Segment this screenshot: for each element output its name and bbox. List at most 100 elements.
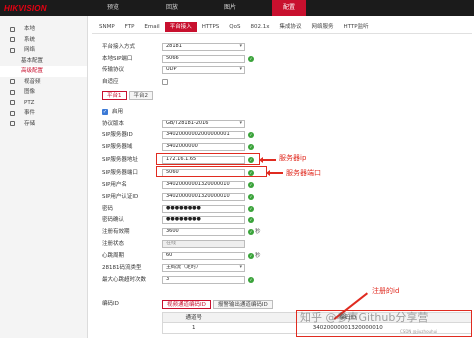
- access-mode-label: 平台接入方式: [102, 44, 136, 50]
- video-icon: [10, 79, 15, 84]
- check-icon: ✓: [248, 182, 254, 188]
- heartbeat-label: 心跳周期: [102, 253, 125, 259]
- sidebar-item-label: 系统: [24, 36, 36, 43]
- tab-platform-2[interactable]: 平台2: [128, 91, 153, 100]
- system-icon: [10, 37, 15, 42]
- protocol-version-label: 协议版本: [102, 121, 125, 127]
- tab-video-channel-id[interactable]: 视频通道编码ID: [162, 300, 211, 309]
- tab-snmp[interactable]: SNMP: [94, 22, 120, 32]
- event-icon: [10, 110, 15, 116]
- tab-8021x[interactable]: 802.1x: [245, 22, 274, 32]
- sidebar-item-label: 基本配置: [21, 57, 44, 64]
- encode-id-label: 编码ID: [102, 301, 119, 307]
- sidebar-item-video-audio[interactable]: 视音频: [0, 77, 87, 88]
- sidebar-item-ptz[interactable]: PTZ: [0, 98, 87, 109]
- check-icon: ✓: [248, 144, 254, 150]
- tab-https[interactable]: HTTPS: [197, 22, 225, 32]
- column-header-channel: 通道号: [185, 315, 203, 321]
- password-input[interactable]: ●●●●●●●●: [162, 205, 245, 213]
- ptz-icon: [10, 100, 15, 105]
- transport-select[interactable]: UDP: [162, 66, 245, 74]
- storage-icon: [10, 121, 15, 126]
- sidebar-item-event[interactable]: 事件: [0, 108, 87, 119]
- local-sip-port-input[interactable]: 5066: [162, 55, 245, 63]
- sip-server-addr-label: SIP服务器地址: [102, 157, 138, 163]
- sidebar-item-label: 事件: [24, 110, 36, 116]
- sip-auth-id-label: SIP用户认证ID: [102, 194, 139, 200]
- sip-server-domain-input[interactable]: 3402000000: [162, 143, 245, 151]
- tab-platform-access[interactable]: 平台接入: [164, 22, 197, 32]
- arrow-icon: [266, 170, 283, 175]
- network-icon: [10, 47, 15, 53]
- tab-network-service[interactable]: 网络服务: [307, 22, 339, 32]
- sidebar-item-label: 图像: [24, 89, 36, 95]
- tab-http-listen[interactable]: HTTP监听: [339, 22, 374, 32]
- check-icon: ✓: [248, 277, 254, 283]
- tab-ftp[interactable]: FTP: [120, 22, 140, 32]
- sidebar-item-basic-config[interactable]: 基本配置: [0, 56, 87, 67]
- watermark: 知乎 @参声Github分享营: [300, 311, 429, 324]
- nav-configuration[interactable]: 配置: [272, 0, 306, 16]
- transport-label: 传输协议: [102, 67, 125, 73]
- sidebar-item-label: 网络: [24, 47, 36, 53]
- password-confirm-label: 密码确认: [102, 217, 125, 223]
- register-validity-label: 注册有效期: [102, 229, 130, 235]
- config-subtabs: SNMP FTP Email 平台接入 HTTPS QoS 802.1x 集成协…: [94, 22, 374, 32]
- server-port-highlight: [156, 166, 267, 177]
- tab-qos[interactable]: QoS: [224, 22, 245, 32]
- password-confirm-input[interactable]: ●●●●●●●●: [162, 216, 245, 224]
- max-heartbeat-input[interactable]: 3: [162, 276, 245, 284]
- stream-type-label: 28181码流类型: [102, 265, 142, 271]
- server-ip-highlight: [156, 153, 260, 165]
- registered-id-annotation: 注册的id: [372, 287, 400, 295]
- image-icon: [10, 89, 15, 95]
- sidebar-item-local[interactable]: 本地: [0, 24, 87, 35]
- subtab-divider: [92, 33, 472, 34]
- tab-platform-1[interactable]: 平台1: [102, 91, 127, 100]
- nav-playback[interactable]: 回放: [156, 0, 188, 16]
- sip-server-id-label: SIP服务器ID: [102, 132, 133, 138]
- enable-checkbox[interactable]: ✓: [102, 109, 108, 115]
- register-status-label: 注册状态: [102, 241, 125, 247]
- top-bar: HIKVISION 预览 回放 图片 配置: [0, 0, 474, 16]
- check-icon: ✓: [248, 217, 254, 223]
- nav-picture[interactable]: 图片: [214, 0, 246, 16]
- heartbeat-unit: 秒: [255, 253, 261, 259]
- enable-label: 启用: [112, 109, 124, 115]
- tab-email[interactable]: Email: [139, 22, 164, 32]
- auto-adapt-checkbox[interactable]: [162, 79, 168, 85]
- sidebar-item-label: 存储: [24, 120, 36, 127]
- brand-logo: HIKVISION: [4, 4, 47, 13]
- sidebar-item-advanced-config[interactable]: 高级配置: [0, 66, 87, 77]
- sip-auth-id-input[interactable]: 34020000001320000010: [162, 193, 245, 201]
- sidebar-item-storage[interactable]: 存储: [0, 119, 87, 130]
- check-icon: ✓: [248, 194, 254, 200]
- tab-alarm-output-channel-id[interactable]: 报警输出通道编码ID: [212, 300, 273, 309]
- sip-server-domain-label: SIP服务器域: [102, 144, 133, 150]
- server-ip-annotation: 服务器ip: [279, 154, 307, 162]
- stream-type-select[interactable]: 主码流（定时）: [162, 264, 245, 272]
- check-icon: ✓: [248, 56, 254, 62]
- channel-tabs: 视频通道编码ID 报警输出通道编码ID: [162, 300, 275, 309]
- local-sip-port-label: 本地SIP端口: [102, 56, 133, 62]
- register-validity-input[interactable]: 3600: [162, 228, 245, 236]
- heartbeat-input[interactable]: 60: [162, 252, 245, 260]
- sip-server-port-label: SIP服务器端口: [102, 170, 138, 176]
- check-icon: ✓: [248, 253, 254, 259]
- main-nav: 预览 回放 图片 配置: [96, 0, 306, 16]
- nav-preview[interactable]: 预览: [96, 0, 130, 16]
- platform-tabs: 平台1 平台2: [102, 91, 155, 100]
- sip-username-input[interactable]: 34020000001320000010: [162, 181, 245, 189]
- sidebar-item-label: 高级配置: [21, 68, 44, 74]
- sidebar-item-network[interactable]: 网络: [0, 45, 87, 56]
- protocol-version-select[interactable]: GB/T28181-2016: [162, 120, 245, 128]
- register-status-field: 在线: [162, 240, 245, 248]
- tab-integration-protocol[interactable]: 集成协议: [274, 22, 306, 32]
- monitor-icon: [10, 26, 15, 32]
- sidebar-item-system[interactable]: 系统: [0, 35, 87, 46]
- sip-server-id-input[interactable]: 34020000002000000001: [162, 131, 245, 139]
- sidebar-item-image[interactable]: 图像: [0, 87, 87, 98]
- server-port-annotation: 服务器端口: [286, 169, 321, 177]
- access-mode-select[interactable]: 28181: [162, 43, 245, 51]
- sip-username-label: SIP用户名: [102, 182, 127, 188]
